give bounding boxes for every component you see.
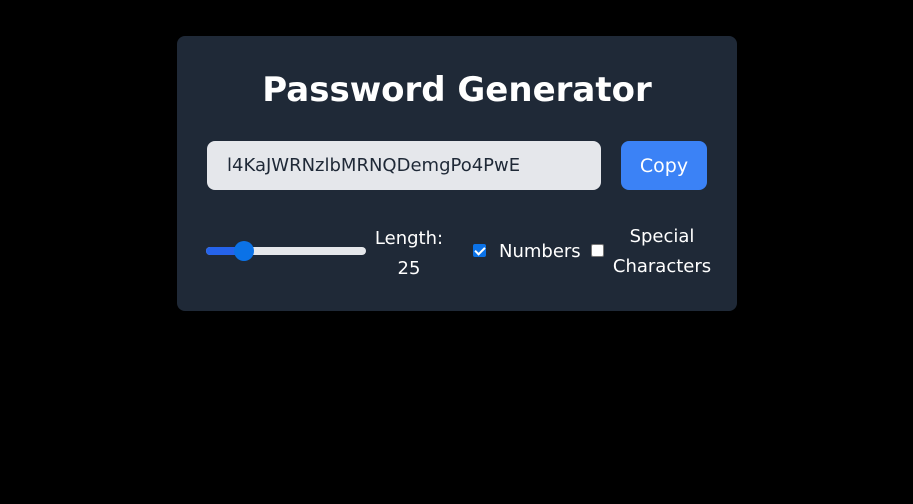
slider-thumb[interactable]: [234, 241, 255, 261]
password-generator-card: Password Generator Copy Length: 25 Numbe…: [177, 36, 737, 311]
special-label-line2: Characters: [612, 256, 712, 277]
special-characters-label: Special Characters: [609, 222, 715, 282]
length-label-text: Length:: [374, 228, 444, 249]
length-label: Length: 25: [373, 224, 445, 284]
password-field[interactable]: [207, 141, 601, 190]
length-value: 25: [397, 258, 421, 279]
special-label-line1: Special: [629, 226, 695, 247]
numbers-label: Numbers: [499, 241, 581, 262]
copy-button[interactable]: Copy: [621, 141, 707, 190]
checkmark-icon: [474, 244, 486, 256]
special-characters-checkbox[interactable]: [591, 244, 604, 257]
slider-track[interactable]: [206, 247, 366, 255]
numbers-checkbox[interactable]: [473, 244, 486, 257]
page-title: Password Generator: [262, 70, 652, 110]
